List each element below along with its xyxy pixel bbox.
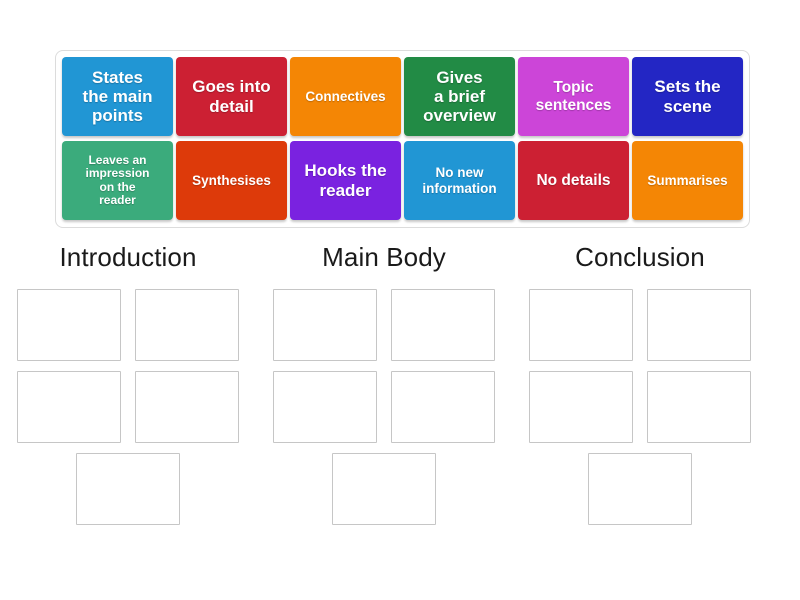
column-title: Introduction (59, 242, 197, 272)
column-title: Main Body (322, 242, 446, 272)
draggable-tile[interactable]: Hooks the reader (290, 141, 401, 220)
drop-slot[interactable] (391, 289, 495, 361)
column-title: Conclusion (575, 242, 705, 272)
drop-slot[interactable] (135, 289, 239, 361)
drop-slot[interactable] (647, 289, 751, 361)
drop-slot[interactable] (17, 289, 121, 361)
tile-bank-panel: States the main points Goes into detail Conne… (55, 50, 750, 228)
drop-slot[interactable] (588, 453, 692, 525)
drop-slot[interactable] (647, 371, 751, 443)
drop-slot[interactable] (76, 453, 180, 525)
drop-slot[interactable] (529, 289, 633, 361)
draggable-tile[interactable]: Summarises (632, 141, 743, 220)
drop-slot-row (267, 453, 501, 525)
draggable-tile[interactable]: Leaves an impression on the reader (62, 141, 173, 220)
draggable-tile[interactable]: Connectives (290, 57, 401, 136)
drop-slot[interactable] (273, 289, 377, 361)
draggable-tile[interactable]: No details (518, 141, 629, 220)
drop-slot-grid (11, 289, 245, 443)
draggable-tile[interactable]: States the main points (62, 57, 173, 136)
drop-slot[interactable] (529, 371, 633, 443)
tile-row: Leaves an impression on the reader Synthesis… (62, 141, 743, 221)
draggable-tile[interactable]: Synthesises (176, 141, 287, 220)
draggable-tile[interactable]: Topic sentences (518, 57, 629, 136)
drop-slot-grid (523, 289, 757, 443)
sort-column: Conclusion (512, 244, 768, 525)
drop-slot[interactable] (273, 371, 377, 443)
draggable-tile[interactable]: Sets the scene (632, 57, 743, 136)
draggable-tile[interactable]: Gives a brief overview (404, 57, 515, 136)
tile-row: States the main points Goes into detail Conne… (62, 57, 743, 137)
drop-slot-row (523, 453, 757, 525)
drop-slot-grid (267, 289, 501, 443)
draggable-tile[interactable]: Goes into detail (176, 57, 287, 136)
draggable-tile[interactable]: No new information (404, 141, 515, 220)
drop-slot[interactable] (391, 371, 495, 443)
sorting-columns: Introduction Main Body Conclusion (0, 244, 800, 525)
sort-column: Main Body (256, 244, 512, 525)
drop-slot[interactable] (332, 453, 436, 525)
sort-column: Introduction (0, 244, 256, 525)
drop-slot[interactable] (135, 371, 239, 443)
drop-slot-row (11, 453, 245, 525)
drop-slot[interactable] (17, 371, 121, 443)
